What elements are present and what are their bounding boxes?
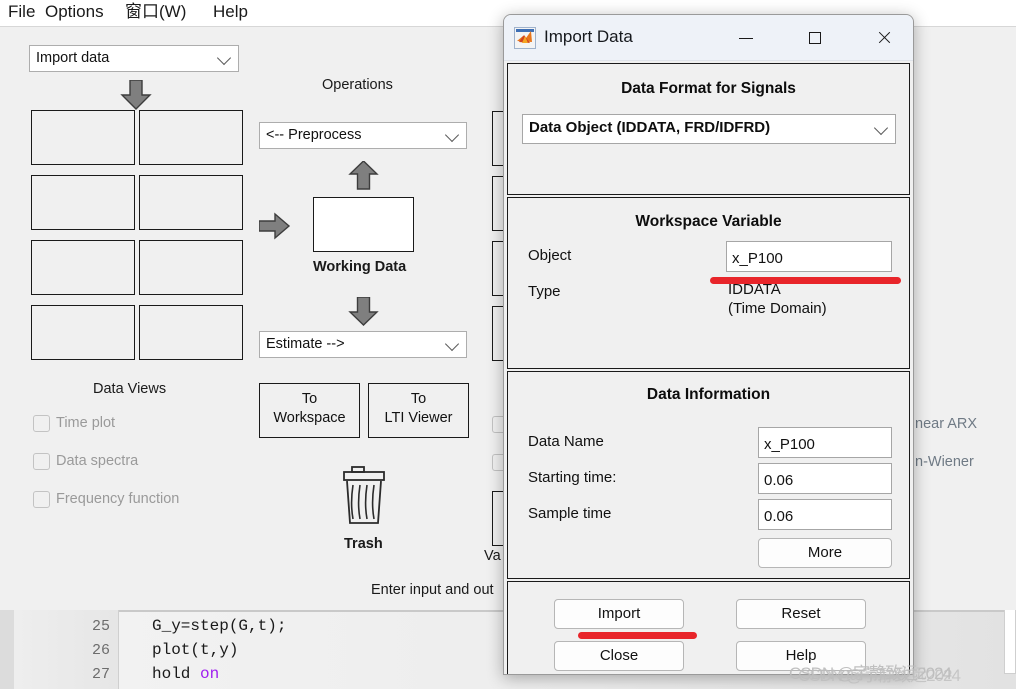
- import-button[interactable]: Import: [554, 599, 684, 629]
- code-line[interactable]: hold on: [152, 665, 219, 683]
- annotation-underline-import: [578, 632, 697, 639]
- estimate-dropdown-value: Estimate -->: [266, 336, 345, 352]
- data-board-cell[interactable]: [31, 305, 135, 360]
- data-board-cell[interactable]: [139, 175, 243, 230]
- to-lti-viewer-button[interactable]: To LTI Viewer: [368, 383, 469, 438]
- checkbox-time-plot-label: Time plot: [56, 415, 116, 431]
- watermark: CSDN @宇静致远2024 CSDN @宇静致远2024: [789, 659, 1016, 685]
- data-views-title: Data Views: [93, 381, 167, 397]
- import-data-dropdown-value: Import data: [36, 50, 110, 66]
- chevron-down-icon: [216, 50, 232, 65]
- label-hammerstein-wiener: n-Wiener: [915, 454, 974, 470]
- type-value-line2: (Time Domain): [728, 300, 827, 317]
- arrow-up-icon: [348, 161, 379, 190]
- annotation-underline-object: [710, 277, 901, 284]
- workspace-variable-panel: Workspace Variable Object Type IDDATA (T…: [507, 197, 910, 369]
- import-data-dropdown[interactable]: Import data: [29, 45, 239, 72]
- editor-left-rail: [0, 610, 14, 689]
- sample-time-input[interactable]: [758, 499, 892, 530]
- checkbox-time-plot[interactable]: [33, 415, 50, 432]
- more-button[interactable]: More: [758, 538, 892, 568]
- reset-button[interactable]: Reset: [736, 599, 866, 629]
- minimize-icon: [739, 37, 753, 39]
- data-format-dropdown[interactable]: Data Object (IDDATA, FRD/IDFRD): [522, 114, 896, 144]
- data-format-dropdown-value: Data Object (IDDATA, FRD/IDFRD): [529, 119, 771, 136]
- object-label: Object: [528, 247, 572, 264]
- estimate-dropdown[interactable]: Estimate -->: [259, 331, 467, 358]
- data-format-panel: Data Format for Signals Data Object (IDD…: [507, 63, 910, 195]
- close-button[interactable]: [861, 15, 907, 60]
- workspace-variable-title: Workspace Variable: [635, 213, 782, 230]
- starting-time-label: Starting time:: [528, 469, 617, 486]
- minimize-button[interactable]: [723, 15, 769, 60]
- to-workspace-line1: To: [301, 391, 318, 407]
- data-format-title: Data Format for Signals: [621, 80, 796, 97]
- import-data-dialog: Import Data Data Format for Signals Data…: [503, 14, 914, 675]
- data-name-label: Data Name: [528, 433, 604, 450]
- sample-time-label: Sample time: [528, 505, 612, 522]
- to-lti-viewer-line2: LTI Viewer: [384, 410, 453, 426]
- data-board-cell[interactable]: [31, 110, 135, 165]
- dialog-title-bar[interactable]: Import Data: [504, 15, 913, 61]
- close-icon: [877, 30, 892, 45]
- line-number: 25: [91, 618, 110, 635]
- dialog-title: Import Data: [544, 27, 633, 46]
- data-information-panel: Data Information Data Name Starting time…: [507, 371, 910, 579]
- to-workspace-line2: Workspace: [273, 410, 346, 426]
- data-board-cell[interactable]: [139, 305, 243, 360]
- maximize-button[interactable]: [792, 15, 838, 60]
- arrow-down-icon: [120, 80, 152, 110]
- data-name-input[interactable]: [758, 427, 892, 458]
- working-data-box[interactable]: [313, 197, 414, 252]
- data-board-cell[interactable]: [31, 175, 135, 230]
- checkbox-frequency-function[interactable]: [33, 491, 50, 508]
- object-input[interactable]: [726, 241, 892, 272]
- line-number: 27: [91, 666, 110, 683]
- close-dialog-button[interactable]: Close: [554, 641, 684, 671]
- chevron-down-icon: [873, 120, 889, 136]
- code-line-text: hold: [152, 665, 201, 683]
- menu-window[interactable]: 窗口(W): [125, 0, 186, 26]
- preprocess-dropdown[interactable]: <-- Preprocess: [259, 122, 467, 149]
- status-bar-text: Enter input and out: [371, 582, 494, 598]
- label-linear-arx: near ARX: [915, 416, 978, 432]
- data-board-cell[interactable]: [139, 110, 243, 165]
- arrow-down-icon: [348, 297, 379, 326]
- starting-time-input[interactable]: [758, 463, 892, 494]
- data-information-title: Data Information: [646, 386, 771, 403]
- menu-file[interactable]: File: [8, 0, 35, 26]
- preprocess-dropdown-value: <-- Preprocess: [266, 127, 362, 143]
- working-data-label: Working Data: [313, 259, 407, 275]
- data-board-cell[interactable]: [139, 240, 243, 295]
- checkbox-data-spectra-label: Data spectra: [56, 453, 139, 469]
- code-keyword: on: [200, 665, 220, 683]
- watermark-text-shadow: CSDN @宇静致远2024: [798, 666, 961, 685]
- operations-title: Operations: [322, 77, 393, 93]
- code-line[interactable]: G_y=step(G,t);: [152, 617, 286, 635]
- trash-icon[interactable]: [340, 466, 388, 533]
- editor-line-number-gutter: 25 26 27: [14, 610, 119, 689]
- to-workspace-button[interactable]: To Workspace: [259, 383, 360, 438]
- line-number: 26: [91, 642, 110, 659]
- checkbox-data-spectra[interactable]: [33, 453, 50, 470]
- type-label: Type: [528, 283, 561, 300]
- chevron-down-icon: [444, 127, 460, 142]
- matlab-icon: [514, 27, 536, 49]
- data-board-cell[interactable]: [31, 240, 135, 295]
- chevron-down-icon: [444, 336, 460, 351]
- arrow-right-icon: [259, 212, 291, 240]
- trash-label: Trash: [344, 536, 383, 552]
- menu-help[interactable]: Help: [213, 0, 248, 26]
- menu-options[interactable]: Options: [45, 0, 104, 26]
- to-lti-viewer-line1: To: [410, 391, 427, 407]
- label-validation-partial: Va: [484, 548, 501, 564]
- code-line[interactable]: plot(t,y): [152, 641, 238, 659]
- checkbox-frequency-function-label: Frequency function: [56, 491, 180, 507]
- maximize-icon: [809, 31, 821, 44]
